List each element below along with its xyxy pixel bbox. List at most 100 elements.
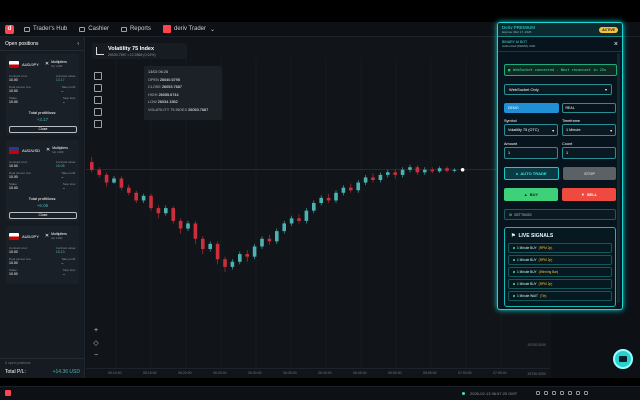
trading-bot-panel: Deriv PREMIUM Expires: Mar 17, 2026 ACTIV… [497, 22, 623, 310]
help-icon[interactable] [552, 391, 556, 395]
nav-cashier[interactable]: Cashier [79, 26, 109, 32]
sell-button[interactable]: ▼ SELL [562, 188, 616, 201]
candle-body [437, 168, 442, 172]
candle-body [445, 168, 449, 171]
collapse-icon[interactable]: ‹ [77, 41, 79, 47]
real-button[interactable]: REAL [561, 103, 616, 113]
demo-button[interactable]: DEMO [504, 103, 559, 113]
positions-footer: 6 open positions Total P/L: +14.36 USD [0, 358, 85, 378]
count-input[interactable]: 1 [562, 147, 616, 159]
chart-icon [96, 47, 104, 55]
panel-scrollbar[interactable] [617, 53, 620, 303]
connection-status-icon [462, 392, 465, 395]
time-axis-label: 06:45:00 [353, 371, 367, 375]
templates-icon[interactable] [94, 96, 102, 104]
current-price-dot [460, 167, 465, 172]
robot-icon [619, 356, 627, 362]
candle-body [386, 172, 390, 175]
flag-icon [9, 232, 19, 240]
multiplier-icon: ✕ [44, 61, 50, 67]
multiplier-icon: ✕ [44, 233, 50, 239]
settings-toggle[interactable]: ⚙ SETTINGS [504, 209, 616, 220]
indicators-icon[interactable] [94, 84, 102, 92]
candle-body [171, 208, 175, 221]
position-card[interactable]: AUD/JPY ✕ Multipliers Up x100 Contract co… [6, 226, 79, 284]
symbol-select[interactable]: Volatility 75 (OTC) ▾ [504, 124, 558, 136]
gear-icon: ⚙ [509, 212, 513, 217]
signal-item: 1 Minute WAIT (Tie) [508, 291, 612, 301]
reports-icon [120, 26, 127, 32]
chevron-down-icon: ▾ [610, 128, 612, 133]
arrow-up-icon: ▲ [523, 192, 528, 197]
price-chart[interactable]: Volatility 75 Index 26034.7587 • 12.2868 … [86, 37, 550, 378]
websocket-status: ▣ WebSocket connected - Next reconnect in… [504, 64, 617, 76]
position-card[interactable]: AUD/JPY ✕ Multipliers Up x100 Contract co… [6, 54, 79, 135]
candle-body [393, 172, 397, 175]
candle-body [297, 218, 301, 221]
zoom-in-icon[interactable]: + [94, 327, 98, 334]
signal-item: 1 Minute BUY (Winning Bar) [508, 267, 612, 277]
candle-body [141, 195, 146, 201]
nav-reports[interactable]: Reports [120, 26, 151, 32]
candle-body [356, 182, 360, 191]
nav-traders-hub[interactable]: Trader's Hub [24, 26, 67, 32]
candle-body [452, 169, 457, 171]
timeframe-select[interactable]: 1 Minute ▾ [562, 124, 616, 136]
time-axis: 06:10:00 06:15:00 06:20:00 06:25:00 06:30:00… [86, 368, 550, 378]
auto-trade-button[interactable]: ▸ AUTO TRADE [504, 167, 559, 180]
live-signals-panel: ⚑ LIVE SIGNALS 1 Minute BUY (RPM 2p) 1 Min… [504, 227, 616, 307]
language-icon[interactable] [576, 391, 580, 395]
instrument-selector[interactable]: Volatility 75 Index 26034.7587 • 12.2868 … [92, 43, 187, 59]
candle-body [260, 238, 264, 247]
chart-toolbar [91, 70, 105, 142]
candle-body [371, 177, 375, 180]
time-axis-label: 06:10:00 [108, 371, 122, 375]
buy-button[interactable]: ▲ BUY [504, 188, 558, 201]
close-position-button[interactable]: Close [9, 126, 77, 133]
amount-input[interactable]: 1 [504, 147, 558, 159]
candle-body [104, 174, 109, 183]
close-position-button[interactable]: Close [9, 212, 77, 219]
chart-type-icon[interactable] [94, 72, 102, 80]
time-axis-label: 06:50:00 [388, 371, 402, 375]
chevron-down-icon: ▾ [552, 128, 554, 133]
candle-body [408, 167, 412, 170]
crosshair-icon[interactable]: ◇ [93, 339, 98, 347]
candle-body [223, 259, 227, 267]
drawing-tools-icon[interactable] [94, 108, 102, 116]
fullscreen-icon[interactable] [584, 391, 588, 395]
candle-body [201, 238, 205, 249]
position-card[interactable]: AUD/USD ✕ Multipliers Up x100 Contract co… [6, 140, 79, 221]
signal-item: 1 Minute BUY (RPM 2p) [508, 255, 612, 265]
chat-icon[interactable] [536, 391, 540, 395]
candle-body [193, 223, 198, 239]
connection-mode-select[interactable]: WebSocket Only ▾ [504, 84, 612, 95]
deriv-logo[interactable]: d [5, 24, 14, 34]
multiplier-icon: ✕ [46, 147, 51, 153]
candle-body [149, 195, 153, 209]
download-icon[interactable] [94, 120, 102, 128]
active-badge: ACTIVE [599, 26, 618, 33]
candle-body [282, 223, 286, 232]
zoom-out-icon[interactable]: − [94, 352, 98, 359]
close-icon[interactable]: × [614, 41, 618, 48]
candle-body [208, 243, 212, 249]
settings-icon[interactable] [560, 391, 564, 395]
cashier-icon [79, 26, 86, 32]
candle-body [164, 208, 168, 214]
whatsapp-icon[interactable] [544, 391, 548, 395]
time-axis-label: 06:25:00 [213, 371, 227, 375]
stop-button[interactable]: STOP [563, 167, 616, 180]
signal-icon: ⚑ [511, 233, 516, 239]
zoom-controls: + ◇ − [91, 327, 101, 359]
hub-icon [24, 26, 30, 32]
bot-launcher-button[interactable] [613, 349, 633, 369]
candle-body [127, 187, 131, 193]
nav-dtrader[interactable]: deriv Trader ⌄ [162, 25, 215, 33]
candle-body [178, 220, 183, 229]
dtrader-icon [162, 25, 171, 33]
gift-icon[interactable] [5, 390, 11, 396]
candle-body [230, 261, 235, 267]
candle-body [334, 192, 338, 201]
responsible-icon[interactable] [568, 391, 572, 395]
